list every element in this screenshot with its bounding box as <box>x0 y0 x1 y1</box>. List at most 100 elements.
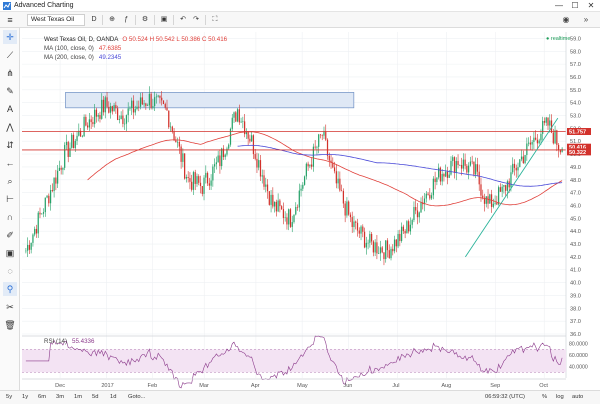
ruler-icon[interactable]: ⊢ <box>3 192 17 206</box>
candle-body <box>284 217 286 218</box>
candle-body <box>141 97 143 105</box>
candle-body <box>210 180 212 186</box>
ma200-label: MA (200, close, 0) <box>44 54 94 61</box>
candle-body <box>192 172 195 190</box>
link-icon[interactable]: ⚲ <box>3 282 17 296</box>
auto-toggle[interactable]: auto <box>572 394 583 400</box>
candle-body <box>152 106 154 108</box>
candle-body <box>265 184 267 187</box>
candle-body <box>143 103 145 105</box>
candle-body <box>201 186 203 194</box>
candle-body <box>71 134 73 148</box>
candle-body <box>236 109 239 122</box>
pattern-icon[interactable]: ⋀ <box>3 120 17 134</box>
rsi-tick-label: 80.0000 <box>569 342 588 348</box>
chart-area[interactable]: 36.0 37.0 38.0 39.0 40.0 41.0 42.0 43.0 44.0 45.0… <box>20 28 600 390</box>
legend-rsi: RSI (14) 55.4336 <box>44 338 94 346</box>
trash-icon[interactable]: 🗑 <box>3 318 17 332</box>
range-1m[interactable]: 1m <box>74 394 82 400</box>
candle-body <box>49 190 52 204</box>
goto-button[interactable]: Goto... <box>128 394 145 400</box>
collapse-panel-icon[interactable]: » <box>580 14 592 26</box>
close-button[interactable]: ✕ <box>584 0 598 12</box>
range-6m[interactable]: 6m <box>38 394 46 400</box>
price-tick-label: 58.0 <box>570 49 581 55</box>
candle-body <box>87 125 89 128</box>
save-icon[interactable]: ▣ <box>158 14 170 26</box>
pitchfork-icon[interactable]: ⋔ <box>3 66 17 80</box>
candle-body <box>240 121 242 123</box>
indicators-icon[interactable]: ƒ <box>120 14 132 26</box>
candle-body <box>65 141 68 146</box>
symbol-search-input[interactable]: West Texas Oil <box>27 14 85 26</box>
price-chart[interactable]: 36.0 37.0 38.0 39.0 40.0 41.0 42.0 43.0 44.0 45.0… <box>20 28 600 390</box>
candle-body <box>510 172 512 188</box>
brush-icon[interactable]: ✎ <box>3 84 17 98</box>
arrow-icon[interactable]: ← <box>3 156 17 170</box>
candle-body <box>254 154 256 159</box>
prediction-icon[interactable]: ⇵ <box>3 138 17 152</box>
candle-body <box>108 106 110 113</box>
log-toggle[interactable]: log <box>556 394 564 400</box>
candle-body <box>455 161 457 173</box>
compare-icon[interactable]: ⊕ <box>106 14 118 26</box>
candle-body <box>392 248 394 252</box>
candle-body <box>39 212 41 215</box>
trend-line-icon[interactable]: ⟋ <box>3 48 17 62</box>
candle-body <box>111 106 113 112</box>
candle-body <box>492 203 494 207</box>
candle-body <box>134 109 136 113</box>
candle-body <box>390 248 392 259</box>
candle-body <box>517 167 519 171</box>
candle-body <box>228 144 230 149</box>
magnet-icon[interactable]: ∩ <box>3 210 17 224</box>
range-1d[interactable]: 1d <box>110 394 116 400</box>
candle-body <box>526 143 528 156</box>
settings-icon[interactable]: ⚙ <box>139 14 151 26</box>
remove-icon[interactable]: ✂ <box>3 300 17 314</box>
text-icon[interactable]: A <box>3 102 17 116</box>
range-5y[interactable]: 5y <box>6 394 12 400</box>
candle-body <box>533 137 535 142</box>
undo-icon[interactable]: ↶ <box>177 14 189 26</box>
fullscreen-icon[interactable]: ⛶ <box>209 14 221 26</box>
candle-body <box>383 252 385 260</box>
candle-body <box>438 167 440 178</box>
snapshot-icon[interactable]: ◉ <box>560 14 572 26</box>
price-tick-label: 56.0 <box>570 75 581 81</box>
hide-drawings-icon[interactable]: ◌ <box>3 264 17 278</box>
candle-body <box>166 107 168 111</box>
price-tick-label: 38.0 <box>570 306 581 312</box>
candle-body <box>520 156 523 160</box>
candle-body <box>369 233 371 243</box>
candle-body <box>471 161 473 163</box>
lock-drawings-icon[interactable]: ▣ <box>3 246 17 260</box>
maximize-button[interactable]: ☐ <box>568 0 582 12</box>
minimize-button[interactable]: — <box>552 0 566 12</box>
candle-body <box>51 190 53 192</box>
percent-toggle[interactable]: % <box>542 394 547 400</box>
candle-body <box>35 228 38 234</box>
candle-body <box>376 242 378 254</box>
candle-body <box>358 230 360 234</box>
candle-body <box>129 108 131 109</box>
menu-icon[interactable]: ≡ <box>3 14 17 26</box>
candle-body <box>289 209 292 227</box>
candle-body <box>252 135 255 155</box>
candle-body <box>296 206 299 208</box>
range-5d[interactable]: 5d <box>92 394 98 400</box>
zoom-icon[interactable]: ⌕ <box>3 174 17 188</box>
redo-icon[interactable]: ↷ <box>190 14 202 26</box>
candle-body <box>83 116 85 137</box>
candle-body <box>400 226 403 241</box>
legend-ohlc: O 50.524 H 50.542 L 50.386 C 50.416 <box>122 36 228 43</box>
range-3m[interactable]: 3m <box>56 394 64 400</box>
interval-button[interactable]: D <box>89 14 99 26</box>
candle-body <box>76 135 78 141</box>
range-1y[interactable]: 1y <box>22 394 28 400</box>
stay-drawing-icon[interactable]: ✐ <box>3 228 17 242</box>
candle-body <box>242 121 244 122</box>
candle-body <box>425 193 427 199</box>
crosshair-icon[interactable]: ✛ <box>3 30 17 44</box>
candle-body <box>37 212 39 234</box>
